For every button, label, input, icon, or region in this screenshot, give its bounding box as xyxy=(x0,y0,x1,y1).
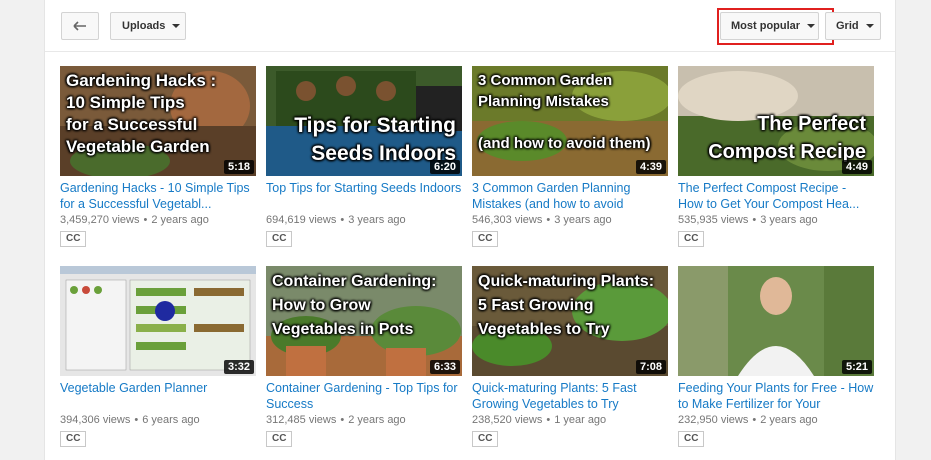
video-thumbnail[interactable]: Tips for Starting Seeds Indoors 6:20 xyxy=(266,66,462,176)
view-count: 546,303 views xyxy=(472,214,543,226)
upload-age: 2 years ago xyxy=(760,414,818,426)
back-arrow-icon xyxy=(73,21,86,31)
view-count: 394,306 views xyxy=(60,414,131,426)
view-count: 232,950 views xyxy=(678,414,749,426)
video-duration: 5:18 xyxy=(223,160,254,174)
cc-badge: CC xyxy=(678,431,705,447)
video-meta: 394,306 views • 6 years ago xyxy=(60,414,200,426)
video-meta: 694,619 views • 3 years ago xyxy=(266,214,406,226)
video-duration: 6:33 xyxy=(429,360,460,374)
video-meta: 535,935 views • 3 years ago xyxy=(678,214,818,226)
video-duration: 4:49 xyxy=(841,160,872,174)
view-count: 312,485 views xyxy=(266,414,337,426)
cc-badge: CC xyxy=(266,431,293,447)
upload-age: 1 year ago xyxy=(554,414,607,426)
caret-down-icon xyxy=(865,24,874,28)
uploads-label: Uploads xyxy=(122,20,166,32)
video-thumbnail[interactable]: The Perfect Compost Recipe 4:49 xyxy=(678,66,874,176)
video-title-link[interactable]: 3 Common Garden Planning Mistakes (and h… xyxy=(472,180,668,212)
video-meta: 238,520 views • 1 year ago xyxy=(472,414,607,426)
video-card[interactable]: 3:32 Vegetable Garden Planner 394,306 vi… xyxy=(60,266,256,447)
video-duration: 5:21 xyxy=(841,360,872,374)
upload-age: 3 years ago xyxy=(348,214,406,226)
video-thumbnail[interactable]: Gardening Hacks : 10 Simple Tips for a S… xyxy=(60,66,256,176)
view-dropdown[interactable]: Grid xyxy=(825,12,881,40)
video-duration: 4:39 xyxy=(635,160,666,174)
upload-age: 3 years ago xyxy=(760,214,818,226)
thumbnail-overlay-text: The Perfect Compost Recipe xyxy=(708,113,866,163)
upload-age: 6 years ago xyxy=(142,414,200,426)
video-duration: 7:08 xyxy=(635,360,666,374)
video-card[interactable]: Tips for Starting Seeds Indoors 6:20 Top… xyxy=(266,66,462,247)
video-card[interactable]: Gardening Hacks : 10 Simple Tips for a S… xyxy=(60,66,256,247)
cc-badge: CC xyxy=(60,231,87,247)
upload-age: 2 years ago xyxy=(151,214,209,226)
cc-badge: CC xyxy=(266,231,293,247)
view-count: 535,935 views xyxy=(678,214,749,226)
video-meta: 312,485 views • 2 years ago xyxy=(266,414,406,426)
caret-down-icon xyxy=(172,24,181,28)
view-label: Grid xyxy=(836,20,859,32)
video-title-link[interactable]: Quick-maturing Plants: 5 Fast Growing Ve… xyxy=(472,380,668,412)
video-thumbnail[interactable]: Container Gardening: How to Grow Vegetab… xyxy=(266,266,462,376)
upload-age: 2 years ago xyxy=(348,414,406,426)
channel-videos-panel: Uploads Most popular Grid Gardening Hack… xyxy=(44,0,896,460)
uploads-dropdown[interactable]: Uploads xyxy=(110,12,186,40)
video-title-link[interactable]: The Perfect Compost Recipe - How to Get … xyxy=(678,180,874,212)
upload-age: 3 years ago xyxy=(554,214,612,226)
sort-highlight-box xyxy=(717,8,834,45)
video-duration: 6:20 xyxy=(429,160,460,174)
video-meta: 3,459,270 views • 2 years ago xyxy=(60,214,209,226)
thumbnail-overlay-text: Tips for Starting Seeds Indoors xyxy=(294,114,456,165)
video-thumbnail[interactable]: 5:21 xyxy=(678,266,874,376)
video-meta: 546,303 views • 3 years ago xyxy=(472,214,612,226)
view-count: 694,619 views xyxy=(266,214,337,226)
video-title-link[interactable]: Top Tips for Starting Seeds Indoors xyxy=(266,180,462,212)
video-thumbnail[interactable]: Quick-maturing Plants: 5 Fast Growing Ve… xyxy=(472,266,668,376)
cc-badge: CC xyxy=(678,231,705,247)
video-thumbnail[interactable]: 3:32 xyxy=(60,266,256,376)
video-card[interactable]: The Perfect Compost Recipe 4:49 The Perf… xyxy=(678,66,874,247)
video-thumbnail[interactable]: 3 Common Garden Planning Mistakes (and h… xyxy=(472,66,668,176)
view-count: 238,520 views xyxy=(472,414,543,426)
video-title-link[interactable]: Container Gardening - Top Tips for Succe… xyxy=(266,380,462,412)
thumbnail-overlay-text: Quick-maturing Plants: 5 Fast Growing Ve… xyxy=(478,273,655,338)
video-title-link[interactable]: Gardening Hacks - 10 Simple Tips for a S… xyxy=(60,180,256,212)
video-duration: 3:32 xyxy=(223,360,254,374)
video-card[interactable]: Container Gardening: How to Grow Vegetab… xyxy=(266,266,462,447)
video-card[interactable]: 5:21 Feeding Your Plants for Free - How … xyxy=(678,266,874,447)
video-meta: 232,950 views • 2 years ago xyxy=(678,414,818,426)
cc-badge: CC xyxy=(472,431,499,447)
video-card[interactable]: 3 Common Garden Planning Mistakes (and h… xyxy=(472,66,668,247)
cc-badge: CC xyxy=(472,231,499,247)
view-count: 3,459,270 views xyxy=(60,214,140,226)
thumbnail-overlay-text: 3 Common Garden Planning Mistakes (and h… xyxy=(478,72,651,152)
thumbnail-overlay-text: Container Gardening: How to Grow Vegetab… xyxy=(272,273,437,338)
back-button[interactable] xyxy=(61,12,99,40)
thumbnail-overlay-text: Gardening Hacks : 10 Simple Tips for a S… xyxy=(66,71,217,156)
cc-badge: CC xyxy=(60,431,87,447)
video-title-link[interactable]: Vegetable Garden Planner xyxy=(60,380,256,412)
toolbar: Uploads Most popular Grid xyxy=(45,0,895,52)
video-title-link[interactable]: Feeding Your Plants for Free - How to Ma… xyxy=(678,380,874,412)
video-card[interactable]: Quick-maturing Plants: 5 Fast Growing Ve… xyxy=(472,266,668,447)
